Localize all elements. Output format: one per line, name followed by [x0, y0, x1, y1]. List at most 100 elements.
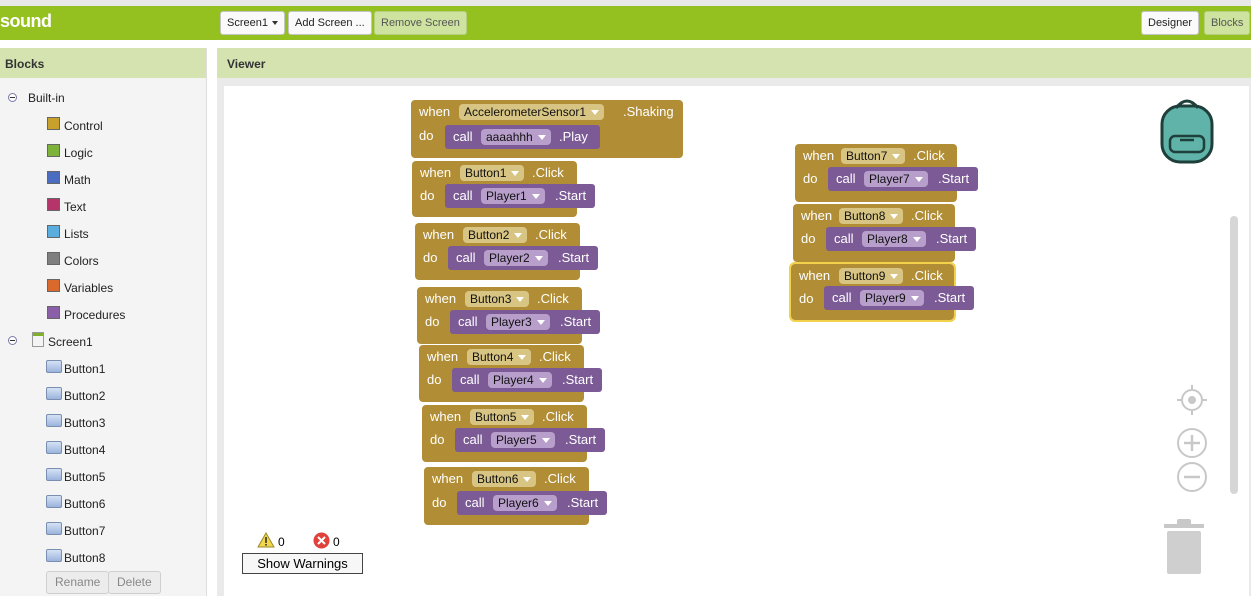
- tree-component[interactable]: Button7: [64, 523, 105, 539]
- component-dropdown[interactable]: Button6: [472, 471, 537, 487]
- button-icon: [46, 441, 62, 454]
- tree-item-text[interactable]: Text: [64, 199, 86, 215]
- tree-item-logic[interactable]: Logic: [64, 145, 93, 161]
- button-icon: [46, 495, 62, 508]
- target-dropdown[interactable]: Player1: [481, 188, 545, 204]
- method-name: .Start: [562, 372, 594, 387]
- backpack-icon[interactable]: [1152, 96, 1222, 166]
- add-screen-button[interactable]: Add Screen ...: [288, 11, 372, 35]
- target-dropdown[interactable]: Player8: [862, 231, 926, 247]
- collapse-builtin-icon[interactable]: [8, 93, 17, 102]
- call-keyword: call: [456, 250, 476, 265]
- target-dropdown[interactable]: Player5: [491, 432, 555, 448]
- collapse-screen-icon[interactable]: [8, 336, 17, 345]
- component-dropdown[interactable]: Button2: [463, 227, 528, 243]
- rename-button[interactable]: Rename: [46, 571, 110, 594]
- button-icon: [46, 360, 62, 373]
- target-dropdown[interactable]: aaaahhh: [481, 129, 551, 145]
- designer-button[interactable]: Designer: [1141, 11, 1200, 35]
- do-keyword: do: [425, 314, 440, 329]
- tree-component[interactable]: Button4: [64, 442, 105, 458]
- tree-component[interactable]: Button3: [64, 415, 105, 431]
- call-block[interactable]: call Player5 .Start: [455, 428, 605, 452]
- button-icon: [46, 549, 62, 562]
- math-icon: [47, 171, 60, 184]
- when-keyword: when: [423, 227, 455, 242]
- trash-icon[interactable]: [1162, 518, 1206, 576]
- call-keyword: call: [836, 171, 856, 186]
- when-keyword: when: [427, 349, 459, 364]
- call-block[interactable]: call Player1 .Start: [445, 184, 595, 208]
- tree-item-lists[interactable]: Lists: [64, 226, 89, 242]
- target-dropdown[interactable]: Player9: [860, 290, 924, 306]
- call-block[interactable]: call aaaahhh .Play: [445, 125, 600, 149]
- error-icon: [313, 532, 330, 549]
- component-dropdown[interactable]: Button4: [467, 349, 532, 365]
- call-block[interactable]: call Player6 .Start: [457, 491, 607, 515]
- when-keyword: when: [803, 148, 835, 163]
- target-dropdown[interactable]: Player2: [484, 250, 548, 266]
- workspace-scrollbar[interactable]: [1230, 216, 1238, 494]
- tree-component[interactable]: Button1: [64, 361, 105, 377]
- event-block[interactable]: when Button8 .Click do call Player8 .Sta…: [793, 204, 976, 262]
- event-block[interactable]: when Button6 .Click do call Player6 .Sta…: [424, 467, 607, 525]
- event-block[interactable]: when Button2 .Click do call Player2 .Sta…: [415, 223, 598, 280]
- call-block[interactable]: call Player2 .Start: [448, 246, 598, 270]
- text-icon: [47, 198, 60, 211]
- call-block[interactable]: call Player8 .Start: [826, 227, 976, 251]
- tree-component[interactable]: Button8: [64, 550, 105, 566]
- component-dropdown[interactable]: AccelerometerSensor1: [459, 104, 605, 120]
- event-name: .Click: [535, 227, 567, 242]
- show-warnings-button[interactable]: Show Warnings: [242, 553, 363, 574]
- recenter-icon[interactable]: [1176, 384, 1208, 416]
- method-name: .Start: [565, 432, 597, 447]
- event-block[interactable]: when Button4 .Click do call Player4 .Sta…: [419, 345, 602, 402]
- component-dropdown[interactable]: Button7: [841, 148, 906, 164]
- call-keyword: call: [460, 372, 480, 387]
- component-dropdown[interactable]: Button1: [460, 165, 525, 181]
- tree-screen1[interactable]: Screen1: [48, 334, 93, 350]
- blocks-workspace[interactable]: when AccelerometerSensor1 .Shaking do ca…: [224, 86, 1249, 596]
- tree-item-variables[interactable]: Variables: [64, 280, 113, 296]
- target-dropdown[interactable]: Player7: [864, 171, 928, 187]
- event-block[interactable]: when Button7 .Click do call Player7 .Sta…: [795, 144, 978, 202]
- do-keyword: do: [430, 432, 445, 447]
- component-dropdown[interactable]: Button8: [839, 208, 904, 224]
- call-block[interactable]: call Player3 .Start: [450, 310, 600, 334]
- top-bar: sound Screen1 Add Screen ... Remove Scre…: [0, 0, 1251, 40]
- tree-item-colors[interactable]: Colors: [64, 253, 99, 269]
- tree-component[interactable]: Button5: [64, 469, 105, 485]
- target-dropdown[interactable]: Player3: [486, 314, 550, 330]
- component-dropdown[interactable]: Button5: [470, 409, 535, 425]
- errors-count: 0: [333, 535, 340, 549]
- event-block[interactable]: when Button1 .Click do call Player1 .Sta…: [412, 161, 595, 217]
- zoom-in-icon[interactable]: [1176, 427, 1208, 459]
- screen-icon: [32, 332, 44, 347]
- tree-component[interactable]: Button6: [64, 496, 105, 512]
- event-block[interactable]: when AccelerometerSensor1 .Shaking do ca…: [411, 100, 683, 158]
- event-block-selected[interactable]: when Button9 .Click do call Player9 .Sta…: [789, 262, 974, 322]
- when-keyword: when: [419, 104, 451, 119]
- component-dropdown[interactable]: Button3: [465, 291, 530, 307]
- event-block[interactable]: when Button5 .Click do call Player5 .Sta…: [422, 405, 605, 462]
- call-block[interactable]: call Player9 .Start: [824, 286, 974, 310]
- blocks-button[interactable]: Blocks: [1204, 11, 1251, 35]
- screen-select[interactable]: Screen1: [220, 11, 285, 35]
- target-dropdown[interactable]: Player4: [488, 372, 552, 388]
- call-block[interactable]: call Player7 .Start: [828, 167, 978, 191]
- zoom-out-icon[interactable]: [1176, 461, 1208, 493]
- component-dropdown[interactable]: Button9: [839, 268, 904, 284]
- tree-builtin[interactable]: Built-in: [28, 90, 65, 106]
- tree-item-procedures[interactable]: Procedures: [64, 307, 125, 323]
- do-keyword: do: [423, 250, 438, 265]
- event-block[interactable]: when Button3 .Click do call Player3 .Sta…: [417, 287, 600, 344]
- remove-screen-button[interactable]: Remove Screen: [374, 11, 467, 35]
- call-block[interactable]: call Player4 .Start: [452, 368, 602, 392]
- tree-item-math[interactable]: Math: [64, 172, 91, 188]
- tree-item-control[interactable]: Control: [64, 118, 103, 134]
- delete-button[interactable]: Delete: [108, 571, 161, 594]
- target-dropdown[interactable]: Player6: [493, 495, 557, 511]
- tree-component[interactable]: Button2: [64, 388, 105, 404]
- method-name: .Start: [567, 495, 599, 510]
- do-keyword: do: [799, 291, 814, 306]
